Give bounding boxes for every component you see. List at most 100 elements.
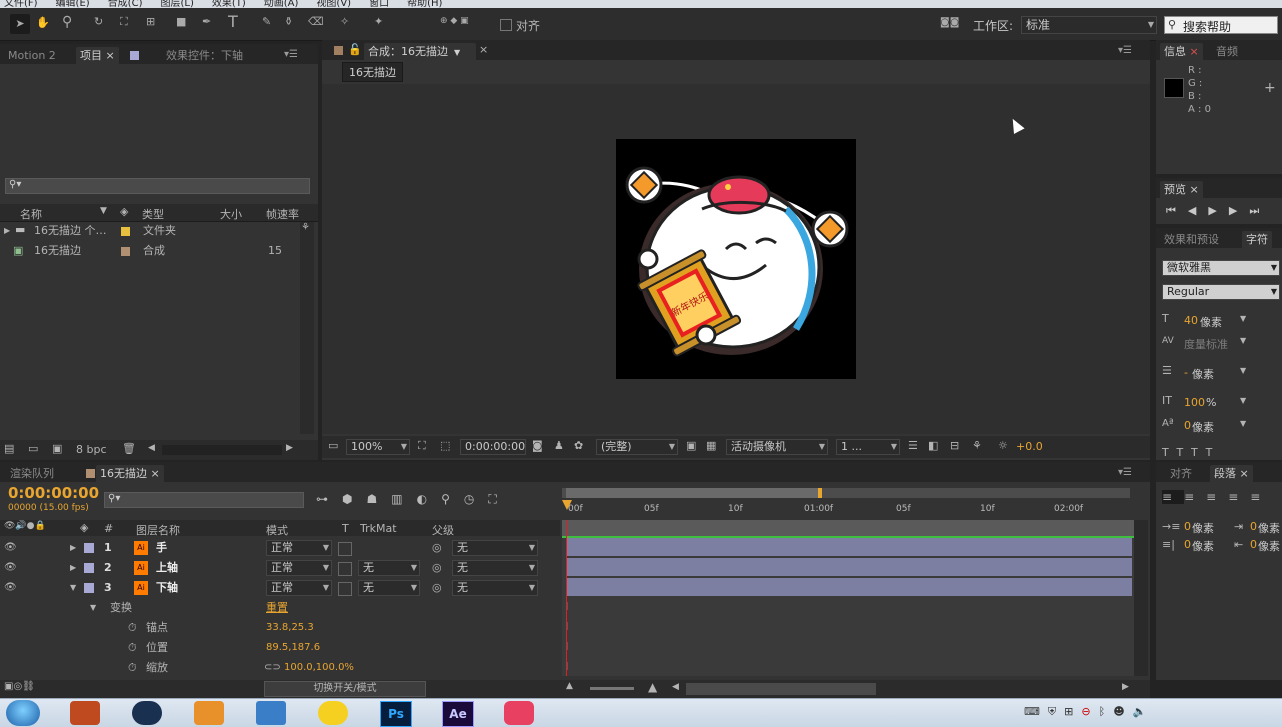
- speaker-icon[interactable]: 🔈: [1133, 705, 1155, 718]
- brush-tool-icon[interactable]: ✎: [262, 15, 271, 28]
- timeline-icon[interactable]: ⊟: [950, 439, 959, 452]
- shield-icon[interactable]: ⛨: [1048, 705, 1064, 718]
- project-item-folder[interactable]: ▶ ▬ 16无描边 个… 文件夹: [0, 221, 300, 241]
- parent-dropdown[interactable]: 无 ▼: [452, 540, 538, 556]
- tab-effect-controls[interactable]: 效果控件：下轴: [162, 47, 247, 64]
- search-help-field[interactable]: ⚲ 搜索帮助: [1164, 16, 1278, 34]
- prev-frame-icon[interactable]: ◀: [1188, 204, 1208, 217]
- chevron-down-icon[interactable]: ▼: [1240, 336, 1246, 345]
- roi-icon[interactable]: ▣: [686, 439, 696, 452]
- comp-mini-flow-icon[interactable]: ⊶: [316, 492, 342, 506]
- toggle-switches-modes-button[interactable]: 切换开关/模式: [264, 681, 426, 697]
- property-value[interactable]: 100.0,100.0%: [284, 658, 354, 678]
- taskbar-app-game2-icon[interactable]: [194, 701, 224, 725]
- vr-icon[interactable]: ◙◙: [940, 17, 959, 28]
- collapse-arrow-icon[interactable]: ▼: [70, 578, 76, 598]
- justify-all-icon[interactable]: ≡: [1250, 490, 1272, 504]
- label-swatch[interactable]: [84, 583, 94, 593]
- font-family-dropdown[interactable]: 微软雅黑 ▼: [1162, 260, 1280, 276]
- align-center-icon[interactable]: ≡: [1184, 490, 1206, 504]
- taskbar-app-media-icon[interactable]: [256, 701, 286, 725]
- keyboard-icon[interactable]: ⌨: [1024, 705, 1048, 718]
- tab-comp[interactable]: 合成：16无描边 ▼: [364, 43, 476, 60]
- menu-item[interactable]: 合成(C): [108, 0, 143, 8]
- motion-blur-icon[interactable]: ◐: [417, 492, 441, 506]
- stroke-value[interactable]: -: [1184, 366, 1188, 379]
- menu-item[interactable]: 帮助(H): [407, 0, 442, 8]
- exposure-value[interactable]: +0.0: [1016, 440, 1043, 453]
- network-icon[interactable]: ⊞: [1064, 705, 1081, 718]
- expand-arrow-icon[interactable]: ▶: [70, 558, 76, 578]
- selection-tool-icon[interactable]: ➤: [10, 14, 30, 34]
- tab-preview[interactable]: 预览 ×: [1160, 181, 1203, 198]
- trkmat-box[interactable]: [338, 542, 352, 556]
- menu-item[interactable]: 图层(L): [160, 0, 193, 8]
- col-layer-name[interactable]: 图层名称: [136, 522, 180, 538]
- brainstorm-icon[interactable]: ◷: [464, 492, 488, 506]
- layer-row[interactable]: 👁 ▼ 3 Ai 下轴 正常 ▼ 无 ▼ ◎ 无 ▼: [0, 578, 560, 598]
- tab-character[interactable]: 字符: [1242, 231, 1272, 248]
- align-left-icon[interactable]: ≡: [1162, 490, 1185, 504]
- link-icon[interactable]: ⊂⊃: [264, 658, 281, 678]
- layer-track[interactable]: [566, 538, 1132, 556]
- vertical-scale-value[interactable]: 100: [1184, 396, 1205, 409]
- kerning-value[interactable]: 度量标准: [1184, 336, 1228, 352]
- taskbar-app-camera-icon[interactable]: [504, 701, 534, 725]
- zoom-in-mountain-icon[interactable]: ▲: [648, 680, 657, 694]
- chevron-down-icon[interactable]: ▼: [1240, 419, 1246, 428]
- align-checkbox[interactable]: [500, 19, 512, 31]
- tab-render-queue[interactable]: 渲染队列: [6, 465, 58, 482]
- rotate-tool-icon[interactable]: ↻: [94, 15, 103, 28]
- 3d-draft-icon[interactable]: ⬢: [342, 492, 366, 506]
- eye-icon[interactable]: 👁: [4, 538, 17, 558]
- channel-icon[interactable]: ✿: [574, 439, 583, 452]
- indent-left-value[interactable]: 0: [1184, 520, 1191, 533]
- layer-row[interactable]: 👁 ▶ 1 Ai 手 正常 ▼ ◎ 无 ▼: [0, 538, 560, 558]
- timeline-timecode[interactable]: 0:00:00:00: [8, 484, 99, 502]
- new-folder-icon[interactable]: ▭: [28, 442, 38, 455]
- lock-icon[interactable]: 🔓: [348, 43, 362, 56]
- reset-link[interactable]: 重置: [266, 598, 288, 618]
- panel-menu-icon[interactable]: ▾☰: [284, 49, 298, 60]
- property-value[interactable]: 33.8,25.3: [266, 618, 314, 638]
- mode-dropdown[interactable]: 正常 ▼: [266, 580, 332, 596]
- layer-track[interactable]: [566, 578, 1132, 596]
- h-scrollbar[interactable]: [162, 445, 282, 455]
- workspace-dropdown[interactable]: 标准 ▼: [1021, 16, 1157, 34]
- tab-info[interactable]: 信息 ×: [1160, 43, 1203, 60]
- resolution-dropdown[interactable]: (完整) ▼: [596, 439, 678, 455]
- tab-effects-presets[interactable]: 效果和预设: [1160, 231, 1223, 248]
- trkmat-dropdown[interactable]: 无 ▼: [358, 580, 420, 596]
- views-dropdown[interactable]: 1 ... ▼: [836, 439, 900, 455]
- col-fps[interactable]: 帧速率: [266, 206, 299, 222]
- taskbar-app-aftereffects-icon[interactable]: Ae: [442, 701, 474, 727]
- first-frame-icon[interactable]: ⏮: [1166, 204, 1188, 217]
- chevron-down-icon[interactable]: ▼: [1240, 314, 1246, 323]
- indent-first-value[interactable]: 0: [1184, 538, 1191, 551]
- interpret-icon[interactable]: ▤: [4, 442, 14, 455]
- scroll-right-icon[interactable]: ▶: [1122, 682, 1129, 692]
- taskbar-app-qq-icon[interactable]: [318, 701, 348, 725]
- property-value[interactable]: 89.5,187.6: [266, 638, 320, 658]
- tab-paragraph[interactable]: 段落 ×: [1210, 465, 1253, 482]
- zoom-dropdown[interactable]: 100% ▼: [346, 439, 410, 455]
- shy-icon[interactable]: ☗: [366, 492, 391, 506]
- timeline-h-scrollbar[interactable]: [686, 683, 876, 695]
- bluetooth-icon[interactable]: ᛒ: [1099, 705, 1114, 718]
- justify-icon[interactable]: ≡: [1228, 490, 1250, 504]
- work-area-end-handle[interactable]: [818, 488, 822, 498]
- transparency-grid-icon[interactable]: ▦: [706, 439, 716, 452]
- menu-item[interactable]: 视图(V): [316, 0, 351, 8]
- col-size[interactable]: 大小: [220, 206, 242, 222]
- panel-menu-icon[interactable]: ▾☰: [1118, 45, 1132, 56]
- label-swatch[interactable]: [84, 563, 94, 573]
- camera-dropdown[interactable]: 活动摄像机 ▼: [726, 439, 828, 455]
- mode-dropdown[interactable]: 正常 ▼: [266, 560, 332, 576]
- menu-item[interactable]: 效果(T): [212, 0, 246, 8]
- work-area-range[interactable]: [566, 488, 820, 498]
- eye-icon[interactable]: 👁: [4, 578, 17, 598]
- taskbar-app-game1-icon[interactable]: [70, 701, 100, 725]
- pickwhip-icon[interactable]: ◎: [432, 578, 442, 598]
- frame-blend-icon[interactable]: ▥: [391, 492, 416, 506]
- baseline-value[interactable]: 0: [1184, 419, 1191, 432]
